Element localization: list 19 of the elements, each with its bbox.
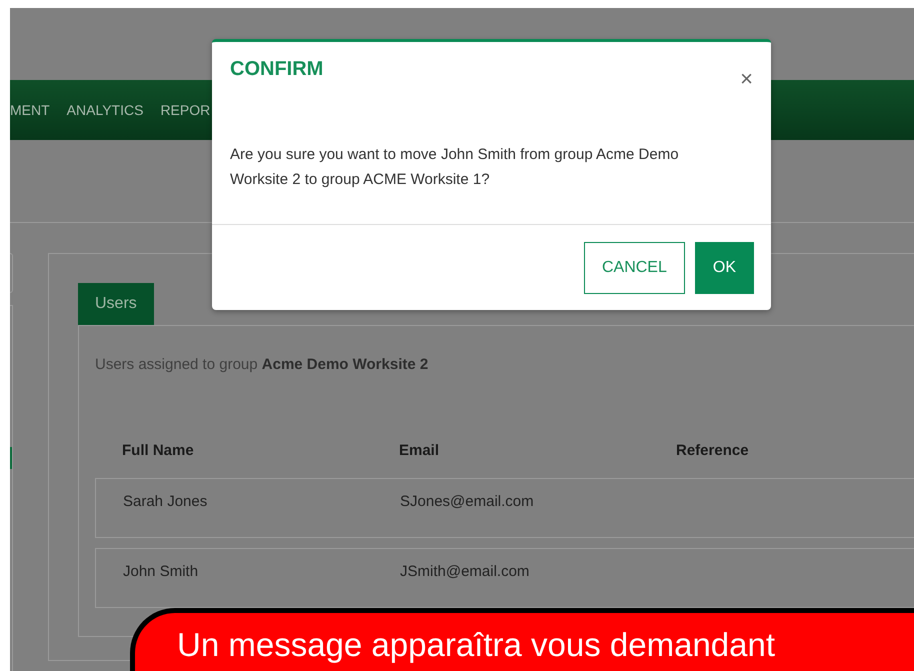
nav-link[interactable]: MENT — [10, 102, 50, 118]
column-header: Full Name — [122, 442, 195, 459]
confirm-message: Are you sure you want to move John Smith from group Acme Demo Worksite 2 to group ACME Worksite 1? — [230, 145, 680, 190]
ok-button[interactable]: OK — [694, 242, 754, 294]
column-header: Reference — [676, 442, 750, 459]
cancel-button[interactable]: CANCEL — [584, 242, 685, 294]
user-name-link[interactable]: Sarah Jones — [123, 493, 208, 510]
user-name-link[interactable]: John Smith — [123, 563, 198, 580]
nav-link[interactable]: ANALYTICS — [66, 102, 144, 118]
nav-link[interactable]: REPOR — [160, 102, 210, 118]
close-button[interactable]: × — [740, 66, 753, 92]
dialog-title: CONFIRM — [230, 58, 324, 82]
callout-text: Un message apparaîtra vous demandant — [177, 626, 776, 664]
users-tab[interactable]: Users — [78, 283, 154, 325]
email-cell: JSmith@email.com — [400, 563, 530, 580]
column-header: Email — [399, 442, 440, 459]
email-cell: SJones@email.com — [400, 493, 534, 510]
group-description: Users assigned to group Acme Demo Worksite 2 — [95, 356, 428, 373]
sidebar-panel — [10, 253, 13, 293]
